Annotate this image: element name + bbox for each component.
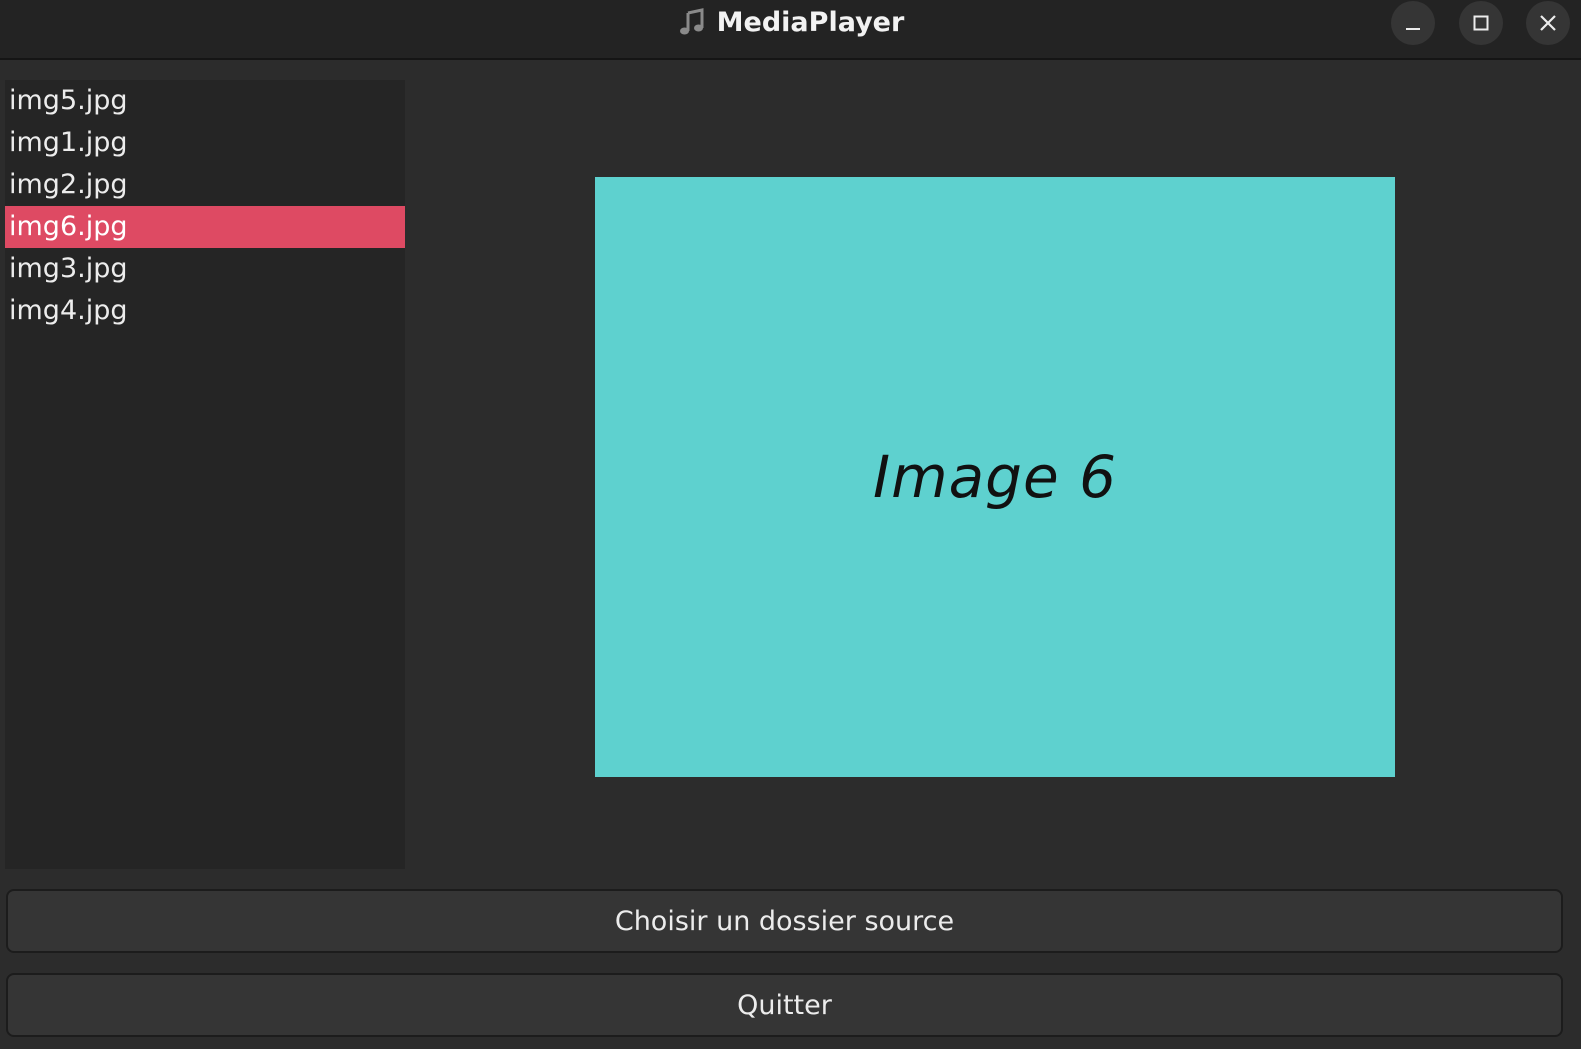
maximize-icon — [1473, 15, 1489, 31]
file-list-item-img5[interactable]: img5.jpg — [5, 80, 405, 122]
music-note-icon — [677, 7, 707, 37]
maximize-button[interactable] — [1459, 1, 1503, 45]
minimize-button[interactable] — [1391, 1, 1435, 45]
window-title-text: MediaPlayer — [716, 6, 905, 38]
image-preview: Image 6 — [595, 177, 1395, 777]
quit-button[interactable]: Quitter — [6, 973, 1563, 1037]
file-list-item-img3[interactable]: img3.jpg — [5, 248, 405, 290]
file-list-item-img2[interactable]: img2.jpg — [5, 164, 405, 206]
file-list-item-img1[interactable]: img1.jpg — [5, 122, 405, 164]
app-window: MediaPlayer img5.jpg img1.jpg img2.jpg i… — [0, 0, 1581, 1049]
image-preview-caption: Image 6 — [873, 443, 1117, 511]
window-title: MediaPlayer — [0, 0, 1581, 44]
minimize-icon — [1406, 28, 1420, 30]
close-button[interactable] — [1526, 1, 1570, 45]
file-list[interactable]: img5.jpg img1.jpg img2.jpg img6.jpg img3… — [5, 80, 405, 869]
title-bar[interactable]: MediaPlayer — [0, 0, 1581, 60]
file-list-item-img4[interactable]: img4.jpg — [5, 290, 405, 332]
choose-source-folder-button[interactable]: Choisir un dossier source — [6, 889, 1563, 953]
close-icon — [1540, 15, 1556, 31]
file-list-item-img6[interactable]: img6.jpg — [5, 206, 405, 248]
